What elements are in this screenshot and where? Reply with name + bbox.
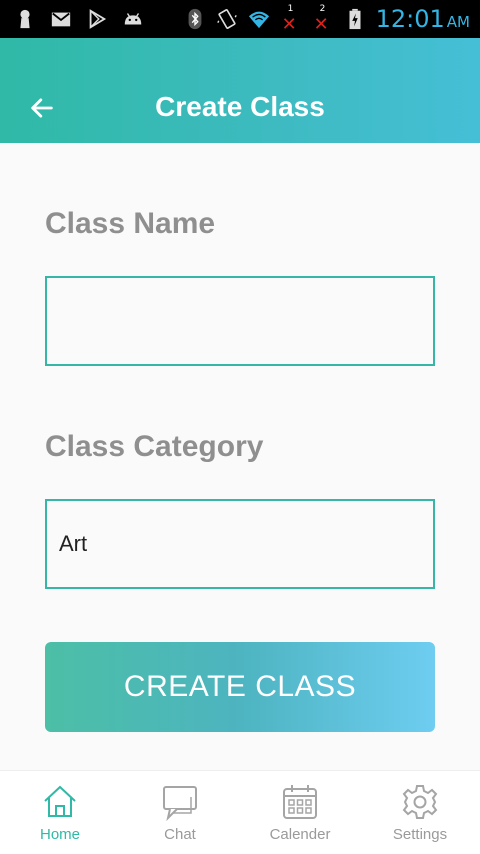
- class-category-input[interactable]: [45, 499, 435, 589]
- gear-icon: [402, 785, 438, 819]
- nav-label-chat: Chat: [164, 826, 196, 843]
- nav-label-calender: Calender: [269, 826, 331, 843]
- wifi-icon: [248, 8, 270, 30]
- nav-label-home: Home: [39, 826, 80, 843]
- nav-item-home[interactable]: Home: [0, 771, 120, 854]
- calendar-icon: [283, 785, 317, 819]
- android-icon: [122, 8, 144, 30]
- status-clock: 12:01 AM: [376, 5, 470, 33]
- keyhole-icon: [14, 8, 36, 30]
- vibrate-icon: [216, 8, 238, 30]
- nav-item-settings[interactable]: Settings: [360, 771, 480, 854]
- clock-time: 12:01: [375, 5, 445, 33]
- clock-ampm: AM: [446, 13, 470, 31]
- home-icon: [44, 785, 76, 817]
- sim1-label: 1: [287, 4, 294, 14]
- nav-label-settings: Settings: [392, 826, 448, 843]
- sim1-no-signal-icon: 1 ✕: [281, 4, 297, 35]
- app-bar: Create Class: [0, 38, 480, 143]
- gmail-icon: [50, 8, 72, 30]
- battery-charging-icon: [344, 8, 366, 30]
- class-name-input[interactable]: [45, 276, 435, 366]
- status-bar: 1 ✕ 2 ✕ 12:01 AM: [0, 0, 480, 38]
- chat-icon: [163, 786, 197, 821]
- play-store-icon: [86, 8, 108, 30]
- create-class-button[interactable]: CREATE CLASS: [45, 642, 435, 732]
- bluetooth-icon: [184, 8, 206, 30]
- sim2-no-signal-icon: 2 ✕: [313, 4, 329, 35]
- page-title: Create Class: [155, 91, 325, 122]
- sim2-label: 2: [319, 4, 326, 14]
- bottom-nav: Home Chat Calender Settings: [0, 770, 480, 854]
- nav-item-chat[interactable]: Chat: [120, 771, 240, 854]
- nav-item-calender[interactable]: Calender: [240, 771, 360, 854]
- class-category-label: Class Category: [45, 430, 264, 463]
- class-name-label: Class Name: [45, 207, 216, 240]
